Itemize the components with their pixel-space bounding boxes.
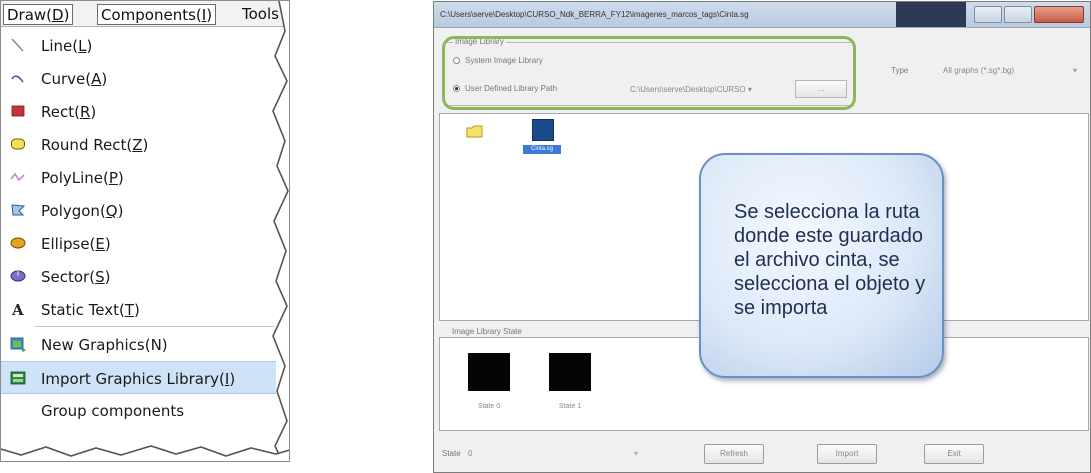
chevron-down-icon: ▾ [1072,66,1077,75]
highlight-outline [442,36,856,110]
folder-icon[interactable] [466,125,484,138]
sector-icon [10,270,26,282]
close-button[interactable] [1034,6,1084,23]
state-label-1: State 1 [558,403,582,410]
draw-menu-screenshot: Draw(D) Components(I) Tools Line(L) Curv… [0,0,290,462]
dialog-bottom-bar: State 0 ▾ Refresh Import Exit [434,439,1090,472]
type-select[interactable]: All graphs (*.sg*.bg) ▾ [943,66,1079,80]
line-icon [11,38,24,52]
menu-item-line[interactable]: Line(L) [1,29,276,62]
menu-item-sector[interactable]: Sector(S) [1,260,276,293]
rect-icon [11,105,25,117]
file-name-selected[interactable]: Cinta.sg [523,145,561,154]
menu-item-round-rect[interactable]: Round Rect(Z) [1,128,276,161]
state-label-0: State 0 [477,403,501,410]
minimize-button[interactable] [974,6,1002,23]
state-thumbnail-0[interactable] [468,353,510,391]
exit-button[interactable]: Exit [924,444,984,464]
menu-item-rect[interactable]: Rect(R) [1,95,276,128]
menu-item-static-text[interactable]: A Static Text(T) [1,293,276,326]
curve-icon [11,75,24,83]
type-label: Type [891,66,909,75]
menubar-components[interactable]: Components(I) [97,4,217,25]
round-rect-icon [11,138,25,150]
explanation-callout: Se selecciona la ruta donde este guardad… [699,153,944,378]
ellipse-icon [10,237,26,249]
menu-item-group-components[interactable]: Group components [1,394,276,427]
state-select-label: State [442,449,461,458]
import-button[interactable]: Import [817,444,877,464]
new-graphics-icon [10,337,26,352]
dialog-title: C:\Users\serve\Desktop\CURSO_Ndk_BERRA_F… [440,10,749,19]
chevron-down-icon: ▾ [633,449,638,458]
dialog-titlebar: C:\Users\serve\Desktop\CURSO_Ndk_BERRA_F… [434,2,1090,28]
menubar-draw[interactable]: Draw(D) [3,4,74,25]
polyline-icon [10,172,25,182]
menu-item-import-graphics-library[interactable]: Import Graphics Library(I) [1,361,276,394]
titlebar-dark-region [896,2,966,27]
callout-text: Se selecciona la ruta donde este guardad… [734,201,926,319]
maximize-button[interactable] [1004,6,1032,23]
svg-text:A: A [11,301,24,317]
menu-item-polygon[interactable]: Polygon(Q) [1,194,276,227]
refresh-button[interactable]: Refresh [704,444,764,464]
state-select[interactable]: 0 ▾ [468,449,638,461]
state-thumbnail-1[interactable] [549,353,591,391]
menu-item-curve[interactable]: Curve(A) [1,62,276,95]
menubar: Draw(D) Components(I) Tools [1,1,289,27]
menu-item-polyline[interactable]: PolyLine(P) [1,161,276,194]
file-thumbnail[interactable] [532,119,554,141]
menu-item-new-graphics[interactable]: New Graphics(N) [1,328,276,361]
state-panel-caption: Image Library State [452,327,522,336]
polygon-icon [11,204,26,216]
menu-item-ellipse[interactable]: Ellipse(E) [1,227,276,260]
import-graphics-icon [10,371,26,385]
torn-edge-bottom [1,445,289,461]
static-text-icon: A [11,301,24,317]
menu-separator [35,326,275,327]
torn-edge-right [272,1,289,461]
